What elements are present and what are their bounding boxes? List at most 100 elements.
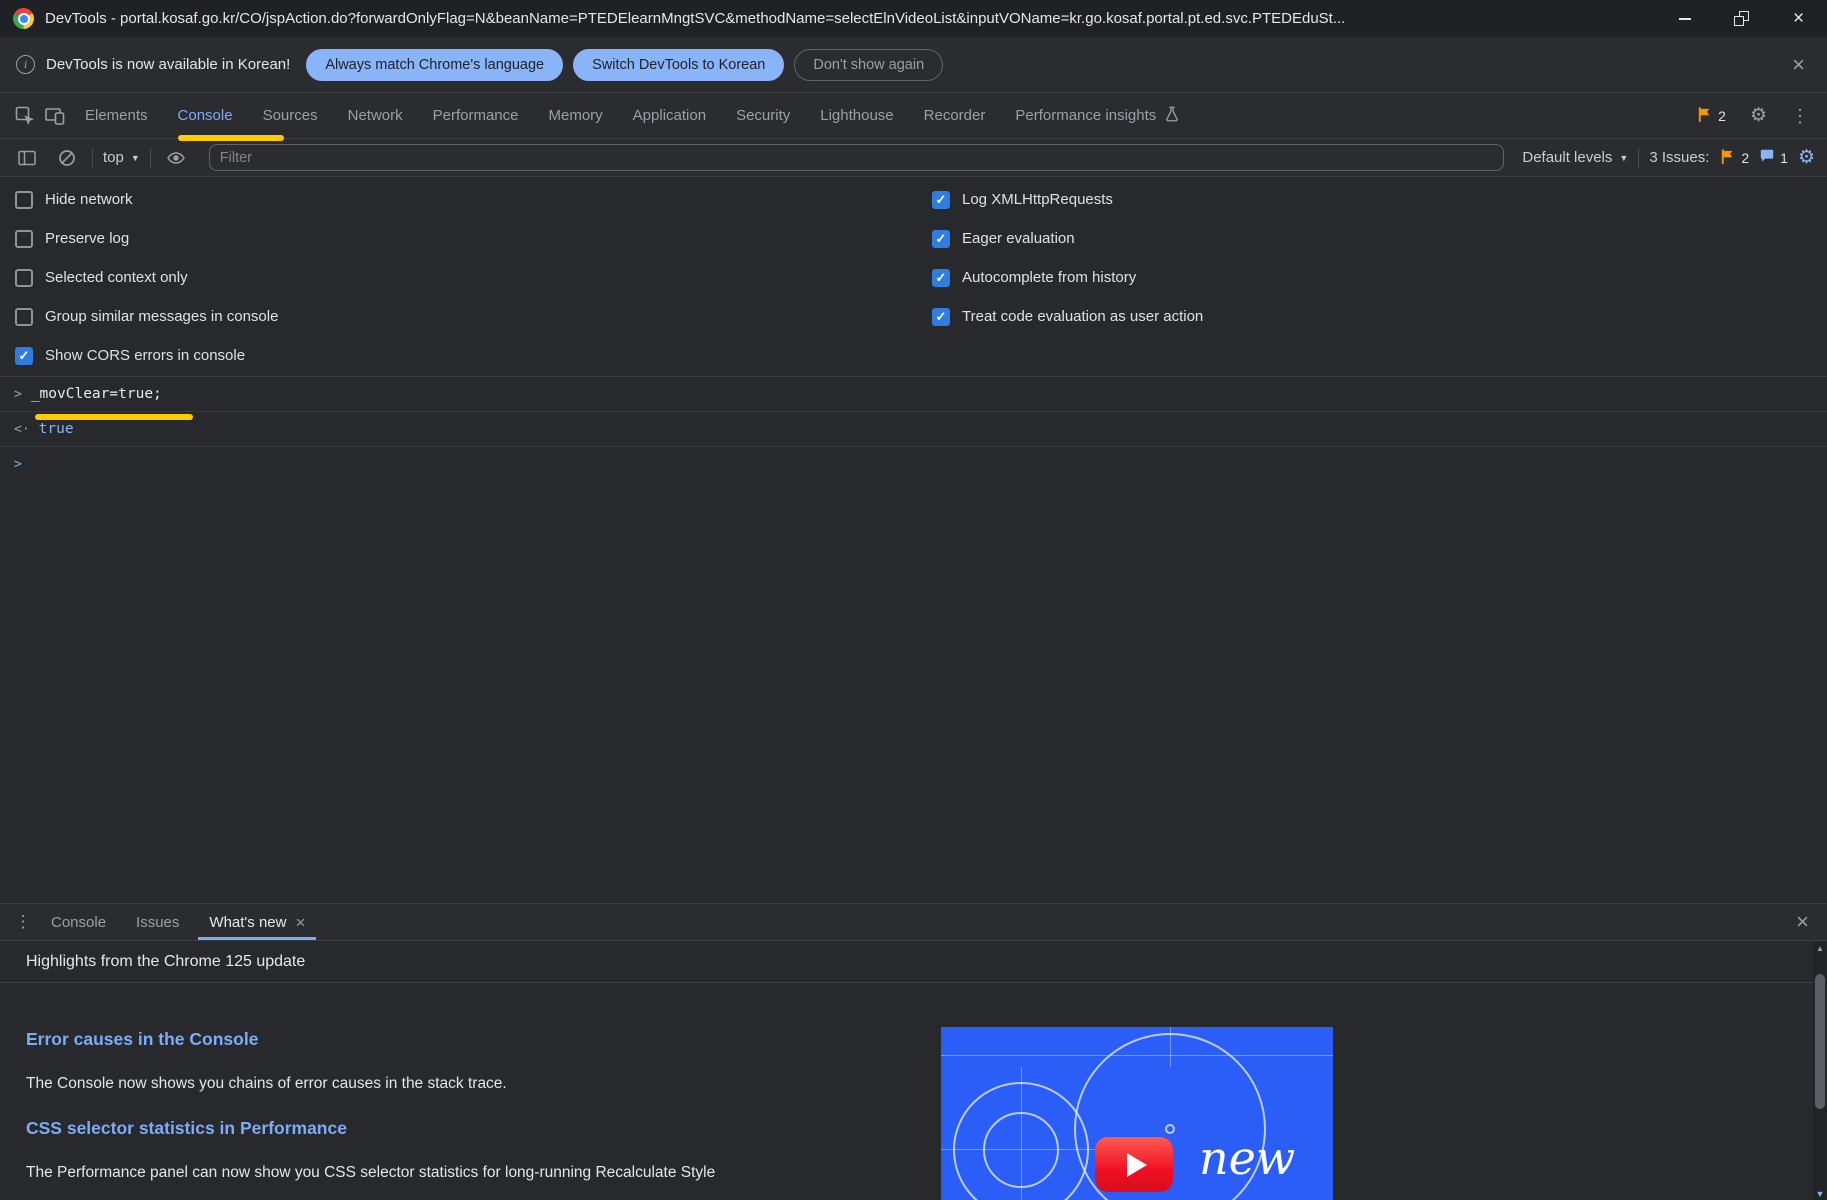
check-icon: ✓ bbox=[935, 270, 947, 285]
check-icon: ✓ bbox=[935, 231, 947, 246]
drawer-tab-console[interactable]: Console bbox=[36, 904, 121, 940]
log-levels-dropdown[interactable]: Default levels ▼ bbox=[1522, 149, 1628, 166]
console-command: _movClear=true; bbox=[30, 386, 162, 402]
whats-new-header: Highlights from the Chrome 125 update bbox=[0, 941, 1827, 983]
tab-recorder[interactable]: Recorder bbox=[909, 93, 1001, 138]
tab-elements[interactable]: Elements bbox=[70, 93, 163, 138]
drawer-tab-issues[interactable]: Issues bbox=[121, 904, 194, 940]
inspect-element-icon[interactable] bbox=[10, 101, 40, 131]
issue-flag-icon bbox=[1719, 148, 1736, 168]
checkbox: ✓ bbox=[15, 229, 33, 248]
drawer-panel: ⋮ Console Issues What's new × × Highligh… bbox=[0, 903, 1827, 1200]
chevron-down-icon: ▼ bbox=[130, 152, 140, 163]
match-language-button[interactable]: Always match Chrome's language bbox=[306, 48, 564, 81]
section-heading[interactable]: CSS selector statistics in Performance bbox=[26, 1118, 886, 1139]
close-tab-icon[interactable]: × bbox=[295, 914, 305, 931]
console-settings-gear-icon[interactable]: ⚙ bbox=[1798, 148, 1815, 167]
console-result-row[interactable]: <· true bbox=[0, 412, 1827, 447]
issues-flag-badge[interactable]: 2 bbox=[1719, 148, 1749, 168]
settings-gear-icon[interactable]: ⚙ bbox=[1750, 106, 1767, 125]
switch-korean-button[interactable]: Switch DevTools to Korean bbox=[573, 48, 785, 81]
restore-icon bbox=[1734, 11, 1749, 26]
checkbox-hide-network[interactable]: ✓ Hide network bbox=[15, 180, 1827, 219]
issue-flag-count: 2 bbox=[1741, 149, 1750, 166]
tabbar-right-controls: 2 ⚙ ⋮ bbox=[1696, 106, 1827, 126]
drawer-more-options-icon[interactable]: ⋮ bbox=[10, 912, 36, 932]
video-thumbnail[interactable]: new bbox=[941, 1027, 1333, 1200]
drawer-tabbar: ⋮ Console Issues What's new × × bbox=[0, 904, 1827, 941]
error-badge[interactable]: 2 bbox=[1696, 106, 1726, 126]
scrollbar-thumb[interactable] bbox=[1815, 974, 1825, 1109]
toolbar-separator bbox=[1638, 147, 1640, 168]
drawer-tab-whats-new[interactable]: What's new × bbox=[194, 904, 320, 940]
scroll-down-icon[interactable]: ▼ bbox=[1813, 1189, 1827, 1199]
restore-button[interactable] bbox=[1713, 0, 1770, 37]
checkbox-eager-evaluation[interactable]: ✓ Eager evaluation bbox=[932, 219, 1203, 258]
tab-sources[interactable]: Sources bbox=[248, 93, 333, 138]
devtools-window: DevTools - portal.kosaf.go.kr/CO/jspActi… bbox=[0, 0, 1827, 1200]
tab-console[interactable]: Console bbox=[163, 93, 248, 138]
settings-left-column: ✓ Hide network ✓ Preserve log ✓ Selected… bbox=[15, 180, 1827, 375]
device-toolbar-icon[interactable] bbox=[40, 101, 70, 131]
issues-message-badge[interactable]: 1 bbox=[1759, 148, 1788, 167]
toolbar-separator bbox=[92, 147, 93, 168]
console-prompt-row[interactable]: > bbox=[0, 447, 1827, 482]
console-command-row[interactable]: > _movClear=true; bbox=[0, 377, 1827, 412]
dont-show-again-button[interactable]: Don't show again bbox=[794, 48, 944, 81]
scroll-up-icon[interactable]: ▲ bbox=[1813, 944, 1827, 953]
input-chevron-icon: > bbox=[14, 386, 22, 402]
checkbox-treat-code-eval[interactable]: ✓ Treat code evaluation as user action bbox=[932, 297, 1203, 336]
checkbox-selected-context-only[interactable]: ✓ Selected context only bbox=[15, 258, 1827, 297]
minimize-button[interactable] bbox=[1656, 0, 1713, 37]
tab-performance-insights[interactable]: Performance insights bbox=[1000, 93, 1196, 138]
issue-message-count: 1 bbox=[1780, 149, 1788, 166]
check-icon: ✓ bbox=[18, 348, 30, 363]
tab-network[interactable]: Network bbox=[333, 93, 418, 138]
more-options-icon[interactable]: ⋮ bbox=[1791, 107, 1809, 125]
thumbnail-new-text: new bbox=[1199, 1131, 1296, 1185]
console-tab-highlight-marker bbox=[178, 135, 284, 141]
issue-flag-icon bbox=[1696, 106, 1713, 126]
close-button[interactable]: × bbox=[1770, 0, 1827, 37]
check-icon: ✓ bbox=[935, 309, 947, 324]
blueprint-circle bbox=[1165, 1124, 1175, 1134]
message-bubble-icon bbox=[1759, 148, 1775, 167]
whats-new-content: Error causes in the Console The Console … bbox=[0, 983, 1827, 1200]
checkbox-autocomplete-history[interactable]: ✓ Autocomplete from history bbox=[932, 258, 1203, 297]
tab-memory[interactable]: Memory bbox=[534, 93, 618, 138]
tab-lighthouse[interactable]: Lighthouse bbox=[805, 93, 908, 138]
console-settings-panel: ✓ Hide network ✓ Preserve log ✓ Selected… bbox=[0, 177, 1827, 377]
checkbox-show-cors-errors[interactable]: ✓ Show CORS errors in console bbox=[15, 336, 1827, 375]
tab-performance[interactable]: Performance bbox=[418, 93, 534, 138]
console-sidebar-icon[interactable] bbox=[12, 143, 42, 173]
tab-security[interactable]: Security bbox=[721, 93, 805, 138]
window-title: DevTools - portal.kosaf.go.kr/CO/jspActi… bbox=[45, 10, 1346, 27]
settings-right-column: ✓ Log XMLHttpRequests ✓ Eager evaluation… bbox=[932, 180, 1203, 336]
filter-input[interactable] bbox=[208, 144, 1505, 171]
tab-application[interactable]: Application bbox=[618, 93, 721, 138]
checkbox: ✓ bbox=[932, 307, 950, 326]
clear-console-icon[interactable] bbox=[52, 143, 82, 173]
toolbar-separator bbox=[149, 147, 151, 168]
issues-count-label: 3 Issues: bbox=[1649, 149, 1710, 166]
checkbox-group-similar[interactable]: ✓ Group similar messages in console bbox=[15, 297, 1827, 336]
section-body: The Performance panel can now show you C… bbox=[26, 1164, 716, 1181]
play-icon bbox=[1126, 1152, 1147, 1177]
javascript-context-selector[interactable]: top ▼ bbox=[103, 149, 140, 166]
section-heading[interactable]: Error causes in the Console bbox=[26, 1029, 886, 1050]
drawer-close-icon[interactable]: × bbox=[1788, 909, 1817, 935]
checkbox-preserve-log[interactable]: ✓ Preserve log bbox=[15, 219, 1827, 258]
infobar-message: DevTools is now available in Korean! bbox=[46, 56, 291, 73]
youtube-play-button[interactable] bbox=[1095, 1137, 1173, 1192]
drawer-scrollbar[interactable]: ▲ ▼ bbox=[1813, 941, 1827, 1200]
checkbox: ✓ bbox=[15, 307, 33, 326]
checkbox-log-xhr[interactable]: ✓ Log XMLHttpRequests bbox=[932, 180, 1203, 219]
flask-icon bbox=[1163, 105, 1181, 127]
live-expression-eye-icon[interactable] bbox=[161, 143, 191, 173]
checkbox: ✓ bbox=[932, 268, 950, 287]
titlebar: DevTools - portal.kosaf.go.kr/CO/jspActi… bbox=[0, 0, 1827, 37]
infobar-close-icon[interactable]: × bbox=[1786, 53, 1811, 76]
main-tabbar: Elements Console Sources Network Perform… bbox=[0, 93, 1827, 141]
result-arrow-icon: <· bbox=[14, 421, 30, 437]
window-controls: × bbox=[1656, 0, 1827, 37]
